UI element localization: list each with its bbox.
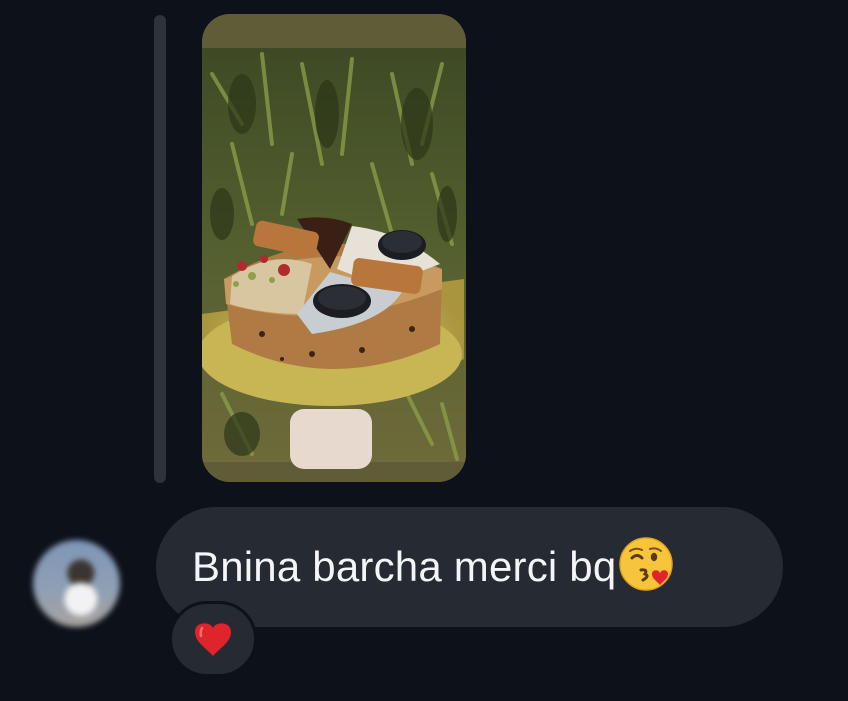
sender-avatar[interactable] [33,540,120,627]
shared-photo[interactable] [202,14,466,482]
message-text: Bnina barcha merci bq [192,543,617,590]
chat-screen: Bnina barcha merci bq [0,0,848,701]
reaction-badge[interactable] [169,601,257,677]
red-heart-icon [195,623,231,656]
reply-indicator-bar [154,15,166,483]
cake-photo-icon [202,14,466,482]
kissing-face-with-heart-emoji-icon [619,537,674,591]
message-bubble[interactable]: Bnina barcha merci bq [156,507,783,627]
